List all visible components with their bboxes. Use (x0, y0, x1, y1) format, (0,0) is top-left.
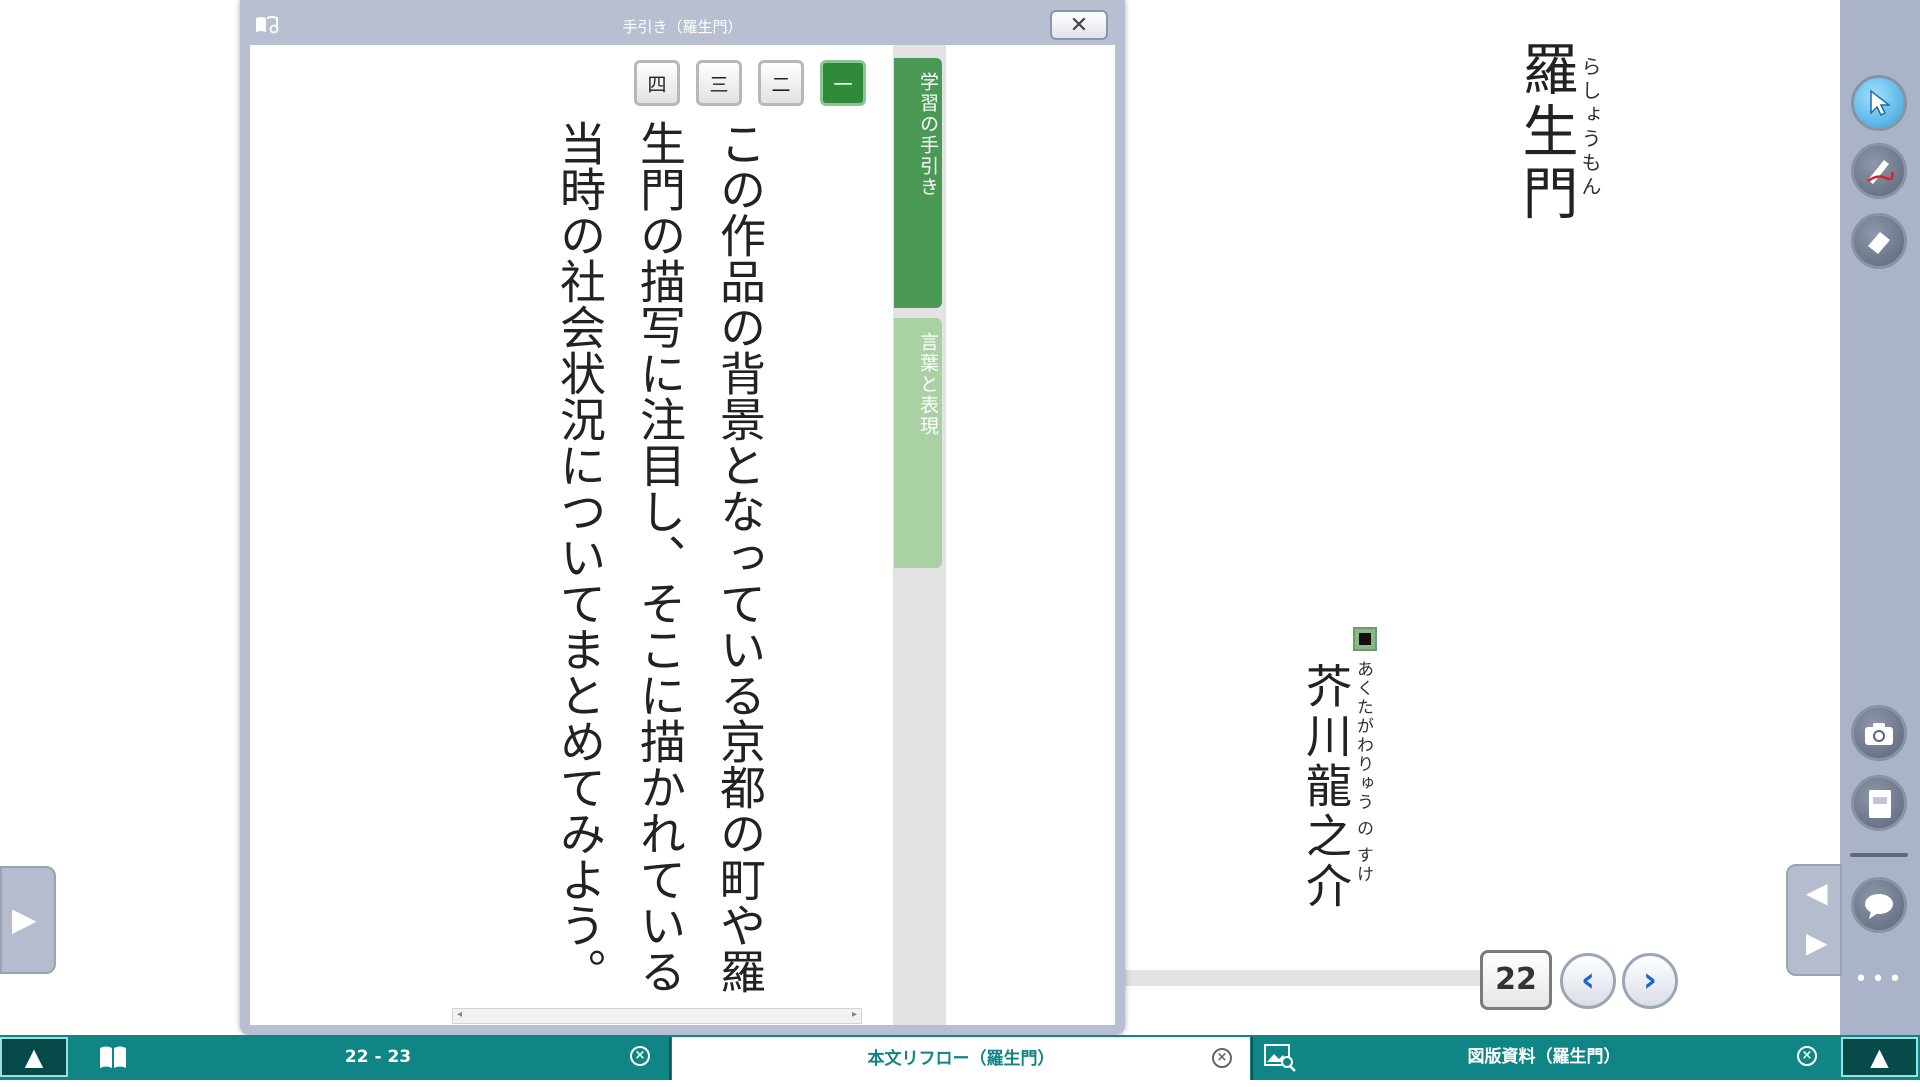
more-options-icon[interactable]: ••• (1852, 969, 1908, 991)
close-circle-icon[interactable]: × (1797, 1046, 1817, 1066)
eraser-tool-button[interactable] (1851, 213, 1907, 269)
expand-up-right-button[interactable]: ▲ (1841, 1037, 1918, 1077)
pen-tool-button[interactable] (1851, 143, 1907, 199)
question-tab-2[interactable]: 二 (758, 60, 804, 106)
scroll-right-icon[interactable]: ▸ (852, 1009, 857, 1020)
question-tab-3[interactable]: 三 (696, 60, 742, 106)
arrow-up-icon: ▲ (1870, 1043, 1889, 1071)
arrow-up-icon: ▲ (24, 1043, 44, 1071)
story-title-ruby: らしょうもん (1578, 56, 1602, 200)
author-name-ruby: あくたがわりゅう の すけ (1353, 660, 1373, 884)
prev-page-button[interactable]: ‹ (1560, 953, 1616, 1009)
eraser-icon (1868, 232, 1890, 254)
textbook-page (1125, 0, 1840, 968)
tab-words-expressions[interactable]: 言葉と表現 (894, 318, 942, 568)
close-guide-button[interactable]: ✕ (1050, 10, 1108, 40)
pen-icon (1867, 160, 1894, 184)
notebook-icon (1869, 790, 1891, 818)
notebook-button[interactable] (1851, 775, 1907, 831)
story-title: 羅生門 (1513, 40, 1578, 226)
tab-page-spread[interactable]: 22 - 23 × (88, 1035, 668, 1080)
question-text: この作品の背景となっている京都の町や羅生門の描写に注目し、そこに描かれている当時… (553, 120, 767, 994)
side-next-arrow-icon[interactable]: ▶ (1806, 926, 1828, 959)
cursor-arrow-icon (1870, 89, 1892, 117)
chevron-right-icon: › (1642, 960, 1657, 1000)
page-number-box[interactable]: 22 (1480, 950, 1552, 1010)
comment-button[interactable] (1851, 877, 1907, 933)
toolbar-divider (1850, 853, 1908, 857)
tab-text-reflow-label: 本文リフロー（羅生門） (867, 1049, 1055, 1069)
side-prev-arrow-icon[interactable]: ◀ (1806, 876, 1828, 909)
tab-figures[interactable]: 図版資料（羅生門） × (1253, 1035, 1835, 1080)
question-tab-1[interactable]: 一 (820, 60, 866, 106)
scroll-left-icon[interactable]: ◂ (457, 1009, 462, 1020)
close-circle-icon[interactable]: × (630, 1046, 650, 1066)
speech-bubble-icon (1865, 894, 1893, 919)
page-slider-track[interactable] (1125, 970, 1485, 986)
camera-icon (1865, 723, 1893, 745)
author-note-marker[interactable] (1353, 627, 1377, 651)
next-page-button[interactable]: › (1622, 953, 1678, 1009)
tab-divider (669, 1037, 671, 1080)
guide-window-title: 手引き（羅生門） (622, 18, 743, 36)
camera-button[interactable] (1851, 705, 1907, 761)
horizontal-scrollbar[interactable]: ◂ ▸ (452, 1008, 862, 1024)
author-name: 芥川龍之介 (1299, 662, 1353, 912)
pointer-tool-button[interactable] (1851, 75, 1907, 131)
expand-arrow-icon[interactable]: ▶ (12, 900, 37, 938)
tab-study-guide[interactable]: 学習の手引き (894, 58, 942, 308)
chevron-left-icon: ‹ (1580, 960, 1595, 1000)
expand-up-left-button[interactable]: ▲ (0, 1037, 68, 1077)
close-circle-icon[interactable]: × (1212, 1048, 1232, 1068)
tab-page-spread-label: 22 - 23 (344, 1047, 412, 1067)
question-tab-4[interactable]: 四 (634, 60, 680, 106)
tab-figures-label: 図版資料（羅生門） (1467, 1047, 1621, 1067)
tab-text-reflow[interactable]: 本文リフロー（羅生門） × (672, 1035, 1250, 1080)
